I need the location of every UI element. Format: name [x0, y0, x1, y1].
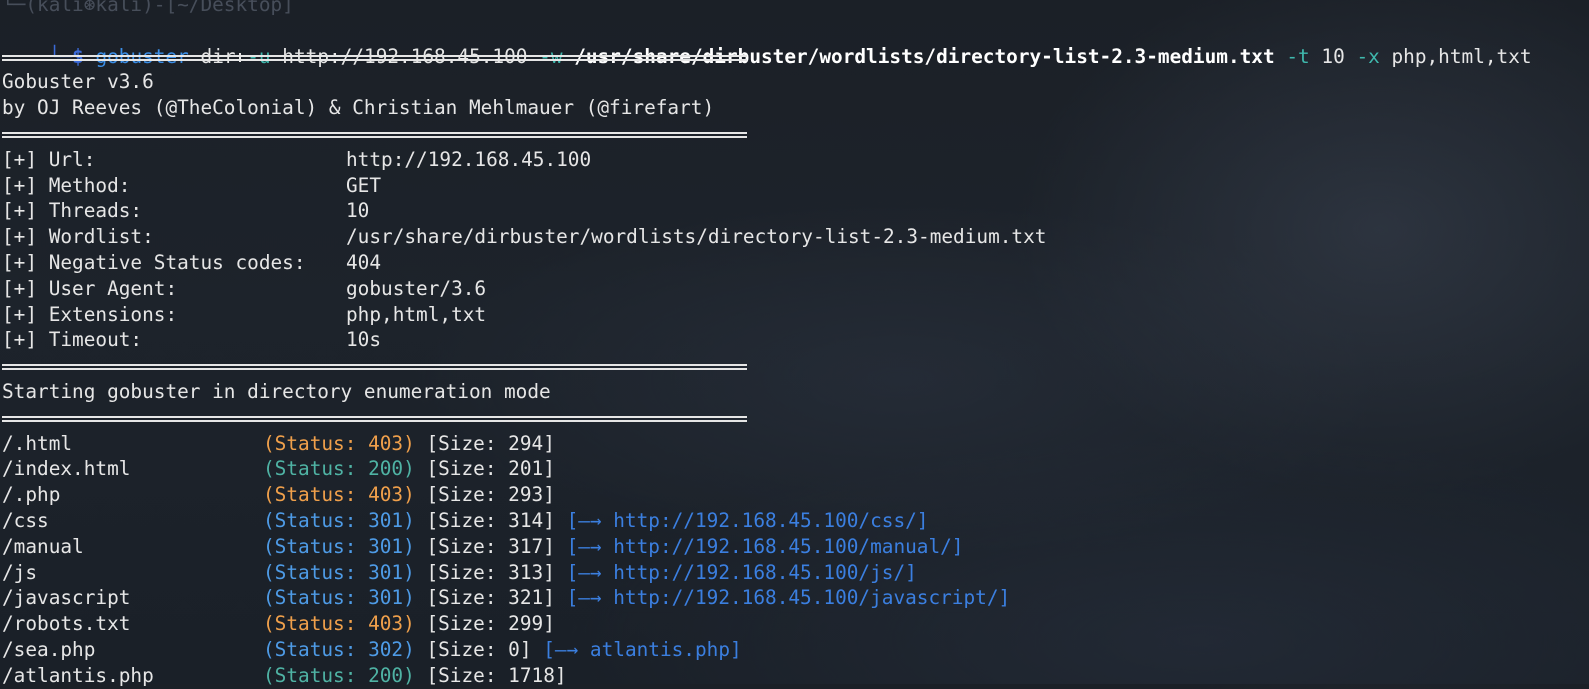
- result-size: [Size: 0]: [426, 637, 532, 661]
- result-path: /sea.php: [2, 637, 96, 661]
- result-status: (Status: 200): [263, 663, 415, 687]
- result-row[interactable]: /robots.txt (Status: 403) [Size: 299]: [2, 611, 1582, 637]
- result-row[interactable]: /manual (Status: 301) [Size: 317] [—→ htt…: [2, 534, 1582, 560]
- result-row[interactable]: /index.html (Status: 200) [Size: 201]: [2, 456, 1582, 482]
- result-path: /js: [2, 560, 38, 584]
- result-size: [Size: 294]: [426, 431, 555, 455]
- previous-prompt-line: └─(kali⊛kali)-[~/Desktop]: [2, 0, 294, 16]
- config-line: [+] Timeout: 10s: [2, 327, 1582, 353]
- config-value: php,html,txt: [346, 302, 487, 326]
- result-size: [Size: 317]: [426, 534, 555, 558]
- result-redirect-link[interactable]: [—→ http://192.168.45.100/js/]: [567, 561, 917, 584]
- config-key: [+] Method:: [2, 173, 131, 197]
- result-size: [Size: 313]: [426, 560, 555, 584]
- result-path: /index.html: [2, 457, 131, 481]
- result-path: /javascript: [2, 586, 131, 610]
- separator: [2, 405, 1582, 431]
- config-line: [+] User Agent: gobuster/3.6: [2, 276, 1582, 302]
- result-size: [Size: 293]: [426, 483, 555, 507]
- result-row[interactable]: /sea.php (Status: 302) [Size: 0] [—→ atla…: [2, 637, 1582, 663]
- banner-authors: by OJ Reeves (@TheColonial) & Christian …: [2, 96, 715, 120]
- config-line: [+] Url: http://192.168.45.100: [2, 147, 1582, 173]
- result-status: (Status: 301): [263, 586, 415, 610]
- config-block: [+] Url: http://192.168.45.100 [+] Method:…: [2, 147, 1582, 353]
- config-value: 10: [346, 199, 370, 223]
- result-size: [Size: 321]: [426, 586, 555, 610]
- config-line: [+] Method: GET: [2, 173, 1582, 199]
- separator: [2, 353, 1582, 379]
- command-line[interactable]: └─$ gobuster dir -u http://192.168.45.10…: [2, 18, 1582, 68]
- config-key: [+] Wordlist:: [2, 225, 154, 249]
- config-value: GET: [346, 173, 382, 197]
- results-block: /.html (Status: 403) [Size: 294]/index.ht…: [2, 431, 1582, 689]
- mode-message: Starting gobuster in directory enumerati…: [2, 379, 551, 403]
- result-status: (Status: 403): [263, 612, 415, 636]
- result-redirect-link[interactable]: [—→ http://192.168.45.100/javascript/]: [567, 586, 1011, 609]
- config-key: [+] Url:: [2, 147, 96, 171]
- result-status: (Status: 200): [263, 457, 415, 481]
- result-row[interactable]: /atlantis.php (Status: 200) [Size: 1718]: [2, 663, 1582, 689]
- result-status: (Status: 301): [263, 534, 415, 558]
- result-row[interactable]: /.html (Status: 403) [Size: 294]: [2, 431, 1582, 457]
- result-path: /manual: [2, 534, 84, 558]
- result-redirect-link[interactable]: [—→ atlantis.php]: [543, 638, 741, 661]
- result-row[interactable]: /js (Status: 301) [Size: 313] [—→ http://…: [2, 560, 1582, 586]
- banner-version: Gobuster v3.6: [2, 70, 154, 94]
- config-line: [+] Threads: 10: [2, 198, 1582, 224]
- result-row[interactable]: /.php (Status: 403) [Size: 293]: [2, 482, 1582, 508]
- result-redirect-link[interactable]: [—→ http://192.168.45.100/manual/]: [567, 535, 964, 558]
- result-status: (Status: 302): [263, 637, 415, 661]
- config-key: [+] Threads:: [2, 199, 143, 223]
- config-value: http://192.168.45.100: [346, 147, 592, 171]
- result-size: [Size: 201]: [426, 457, 555, 481]
- config-line: [+] Wordlist: /usr/share/dirbuster/wordli…: [2, 224, 1582, 250]
- config-value: 10s: [346, 328, 382, 352]
- config-line: [+] Negative Status codes: 404: [2, 250, 1582, 276]
- result-row[interactable]: /javascript (Status: 301) [Size: 321] [—→…: [2, 585, 1582, 611]
- result-path: /.html: [2, 431, 73, 455]
- config-value: /usr/share/dirbuster/wordlists/directory…: [346, 225, 1047, 249]
- result-status: (Status: 301): [263, 560, 415, 584]
- config-line: [+] Extensions: php,html,txt: [2, 302, 1582, 328]
- config-key: [+] Timeout:: [2, 328, 143, 352]
- result-status: (Status: 403): [263, 431, 415, 455]
- result-status: (Status: 301): [263, 508, 415, 532]
- result-path: /.php: [2, 483, 61, 507]
- separator: [2, 121, 1582, 147]
- separator: [2, 44, 1582, 70]
- result-path: /css: [2, 508, 49, 532]
- result-row[interactable]: /css (Status: 301) [Size: 314] [—→ http:/…: [2, 508, 1582, 534]
- result-path: /robots.txt: [2, 612, 131, 636]
- config-value: gobuster/3.6: [346, 276, 487, 300]
- config-key: [+] User Agent:: [2, 276, 178, 300]
- terminal-window[interactable]: └─(kali⊛kali)-[~/Desktop] └─$ gobuster d…: [2, 0, 1582, 689]
- result-status: (Status: 403): [263, 483, 415, 507]
- result-redirect-link[interactable]: [—→ http://192.168.45.100/css/]: [567, 509, 929, 532]
- result-path: /atlantis.php: [2, 663, 154, 687]
- config-key: [+] Negative Status codes:: [2, 250, 306, 274]
- result-size: [Size: 299]: [426, 612, 555, 636]
- result-size: [Size: 1718]: [426, 663, 567, 687]
- config-key: [+] Extensions:: [2, 302, 178, 326]
- result-size: [Size: 314]: [426, 508, 555, 532]
- config-value: 404: [346, 250, 382, 274]
